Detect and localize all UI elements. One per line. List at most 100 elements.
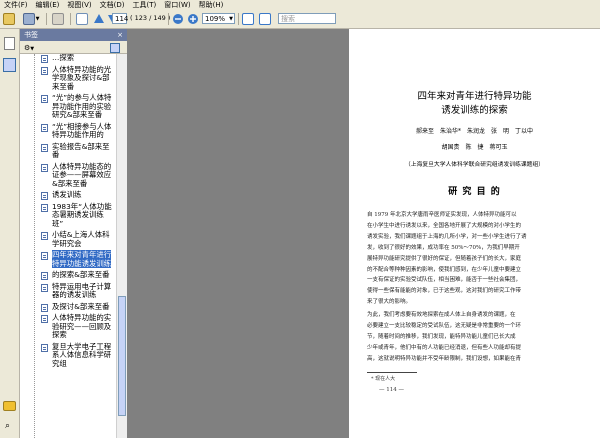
document-area[interactable]: 四年来对青年进行特异功能 诱发训练的探索 郝来至 朱治华* 朱润龙 张 明 丁以… — [128, 29, 600, 438]
paragraph-line: 展特异功能研究提供了很好的保证，但随着孩子们的长大，家庭 — [367, 255, 522, 262]
open-button[interactable] — [3, 12, 15, 26]
bookmark-page-icon — [41, 163, 48, 172]
bookmark-item[interactable]: 人体特异功能的实验研究——回顾及探索 — [20, 313, 116, 340]
scrollbar-thumb[interactable] — [118, 296, 126, 416]
bookmarks-panel-title: 书签 — [24, 31, 38, 39]
footnote-rule — [367, 372, 417, 373]
bookmark-label: 人体特异功能态的证参——屏幕效应&部来至番 — [52, 161, 112, 188]
zoom-select[interactable]: 109% ▼ — [202, 13, 235, 24]
menu-edit[interactable]: 编辑(E) — [32, 0, 64, 10]
comment-icon[interactable] — [3, 401, 16, 411]
fit-width-icon — [259, 13, 271, 25]
bookmark-page-icon — [41, 55, 48, 63]
printer-icon — [22, 13, 35, 25]
fit-page-button[interactable] — [242, 12, 254, 26]
bookmark-label: “光”的参与人体特异功能作用的实验研究&部来至番 — [52, 93, 112, 119]
bookmark-item[interactable]: 小结&上海人体科学研究会 — [20, 230, 116, 248]
bookmark-item[interactable]: 四年来对青年进行特异功能诱发训练 — [20, 250, 116, 268]
footnote: * 现在人大 — [371, 376, 396, 382]
dropdown-arrow-icon: ▼ — [35, 16, 40, 22]
bookmark-label: 人体特异功能的光学现象及探讨&部来至番 — [52, 64, 112, 91]
separator — [70, 13, 71, 25]
bookmark-item[interactable]: 诱发训练 — [20, 190, 116, 200]
minus-circle-icon — [173, 14, 183, 24]
paragraph-1: 自 1979 年北京大学唐雨辛医师证实发现，人体特异功能可以 在小学生中进行诱发以… — [367, 210, 585, 308]
separator — [46, 13, 47, 25]
navigation-strip: ⌕ — [0, 29, 20, 438]
bookmark-page-icon — [41, 123, 48, 132]
bookmark-list: …探索人体特异功能的光学现象及探讨&部来至番 “光”的参与人体特异功能作用的实验研… — [20, 54, 116, 438]
options-button[interactable]: ⚙▼ — [24, 43, 38, 52]
bookmark-page-icon — [41, 203, 48, 212]
first-page-button[interactable] — [76, 12, 88, 26]
bookmark-item[interactable]: 人体特异功能态的证参——屏幕效应&部来至番 — [20, 161, 116, 189]
plus-circle-icon — [188, 14, 198, 24]
menu-document[interactable]: 文档(D) — [96, 0, 129, 10]
close-panel-button[interactable]: × — [117, 29, 123, 41]
separator — [168, 13, 169, 25]
previous-page-button[interactable] — [93, 12, 105, 26]
print-button[interactable]: ▼ — [20, 12, 42, 26]
bookmark-label: 人体特异功能的实验研究——回顾及探索 — [52, 313, 112, 339]
attachment-icon[interactable]: ⌕ — [5, 421, 10, 431]
bookmark-label: 诱发训练 — [52, 190, 82, 199]
page-icon — [76, 13, 88, 25]
hand-tool-button[interactable] — [52, 12, 64, 26]
menu-view[interactable]: 视图(V) — [63, 0, 95, 10]
page-number-input[interactable]: 114 — [112, 13, 128, 24]
document-authors-cont: 胡国贵 陈 捷 蒋可玉 — [441, 144, 508, 151]
paragraph-line: 发，收到了很好的效果，成功率在 50%～70%，为我们早期开 — [367, 244, 520, 251]
menu-window[interactable]: 窗口(W) — [160, 0, 194, 10]
document-title-line2: 诱发训练的探索 — [441, 105, 508, 116]
bookmark-item[interactable]: 复旦大学电子工程系人体信息科学研究组 — [20, 342, 116, 369]
paragraph-2: 为此，我们考虑要有效地探索在成人体上自身诱发的课题，在 必要建立一支比较稳定的受试… — [367, 310, 585, 365]
bookmark-item[interactable]: “光”的参与人体特异功能作用的实验研究&部来至番 — [20, 93, 116, 120]
bookmark-page-icon — [41, 315, 48, 323]
menu-file[interactable]: 文件(F) — [0, 0, 32, 10]
zoom-in-button[interactable] — [187, 12, 199, 26]
bookmark-item[interactable]: 1983年“人体功能态暑期诱发训练班” — [20, 202, 116, 229]
chevron-down-icon: ▼ — [229, 16, 233, 22]
search-input[interactable]: 搜索 — [278, 13, 336, 24]
bookmark-label: 的探索&部来至番 — [52, 270, 110, 279]
paragraph-line: 高，这就说明特异功能并不受年龄限制，我们设想，如果能在青 — [367, 355, 522, 362]
zoom-value: 109% — [205, 15, 226, 23]
dropdown-arrow-icon: ▼ — [30, 46, 35, 52]
bookmark-item[interactable]: 人体特异功能的光学现象及探讨&部来至番 — [20, 64, 116, 92]
menu-tools[interactable]: 工具(T) — [129, 0, 161, 10]
bookmarks-panel: 书签 × ⚙▼ …探索人体特异功能的光学现象及探讨&部来至番 “光”的参与人体特异… — [20, 29, 128, 438]
bookmark-page-icon — [41, 252, 48, 260]
bookmark-page-icon — [41, 143, 48, 152]
bookmark-page-icon — [41, 343, 48, 352]
new-bookmark-button[interactable] — [110, 43, 120, 53]
bookmark-item[interactable]: …探索 — [20, 54, 116, 63]
bookmark-label: 小结&上海人体科学研究会 — [52, 230, 110, 248]
page-number: — 114 — — [379, 387, 404, 393]
bookmark-item[interactable]: 特异运用电子计算器的诱发训练 — [20, 281, 116, 300]
bookmark-label: …探索 — [52, 54, 75, 62]
bookmark-item[interactable]: 的探索&部来至番 — [20, 270, 116, 280]
paragraph-line: 自 1979 年北京大学唐雨辛医师证实发现，人体特异功能可以 — [367, 212, 517, 218]
paragraph-line: 必要建立一支比较稳定的受试队伍，这无疑是非常重要的一个环 — [367, 322, 522, 329]
bookmarks-panel-icon[interactable] — [3, 58, 16, 72]
fit-width-button[interactable] — [259, 12, 271, 26]
paragraph-line: 节，随着时间的推移，我们发现，能特异功能儿童们已长大成 — [367, 333, 516, 340]
bookmark-label: “光”相接参与人体特异功能作用的 — [52, 121, 112, 139]
paragraph-line: 来了很大的影响。 — [367, 299, 412, 306]
document-title-line1: 四年来对青年进行特异功能 — [417, 91, 532, 102]
paragraph-line: 一支有保证的实验受试队伍，相当困难，能否于一些社会集团， — [367, 277, 522, 284]
bookmark-label: 四年来对青年进行特异功能诱发训练 — [52, 250, 112, 268]
bookmark-item[interactable]: 及探讨&部来至番 — [20, 302, 116, 312]
bookmark-label: 特异运用电子计算器的诱发训练 — [52, 281, 112, 299]
bookmark-item[interactable]: 实验报告&部来至番 — [20, 141, 116, 160]
zoom-out-button[interactable] — [172, 12, 184, 26]
menu-help[interactable]: 帮助(H) — [195, 0, 228, 10]
section-heading: 研 究 目 的 — [448, 187, 501, 197]
pages-panel-icon[interactable] — [4, 37, 15, 50]
paragraph-line: 使得一些保有能能的对象，已于这些观，这对我们的研究工作带 — [367, 288, 522, 295]
bookmark-scrollbar[interactable] — [116, 54, 127, 438]
document-authors: 郝来至 朱治华* 朱润龙 张 明 丁以中 — [415, 128, 533, 135]
bookmark-item[interactable]: “光”相接参与人体特异功能作用的 — [20, 121, 116, 140]
hand-icon — [52, 13, 64, 25]
bookmark-label: 实验报告&部来至番 — [52, 141, 110, 159]
